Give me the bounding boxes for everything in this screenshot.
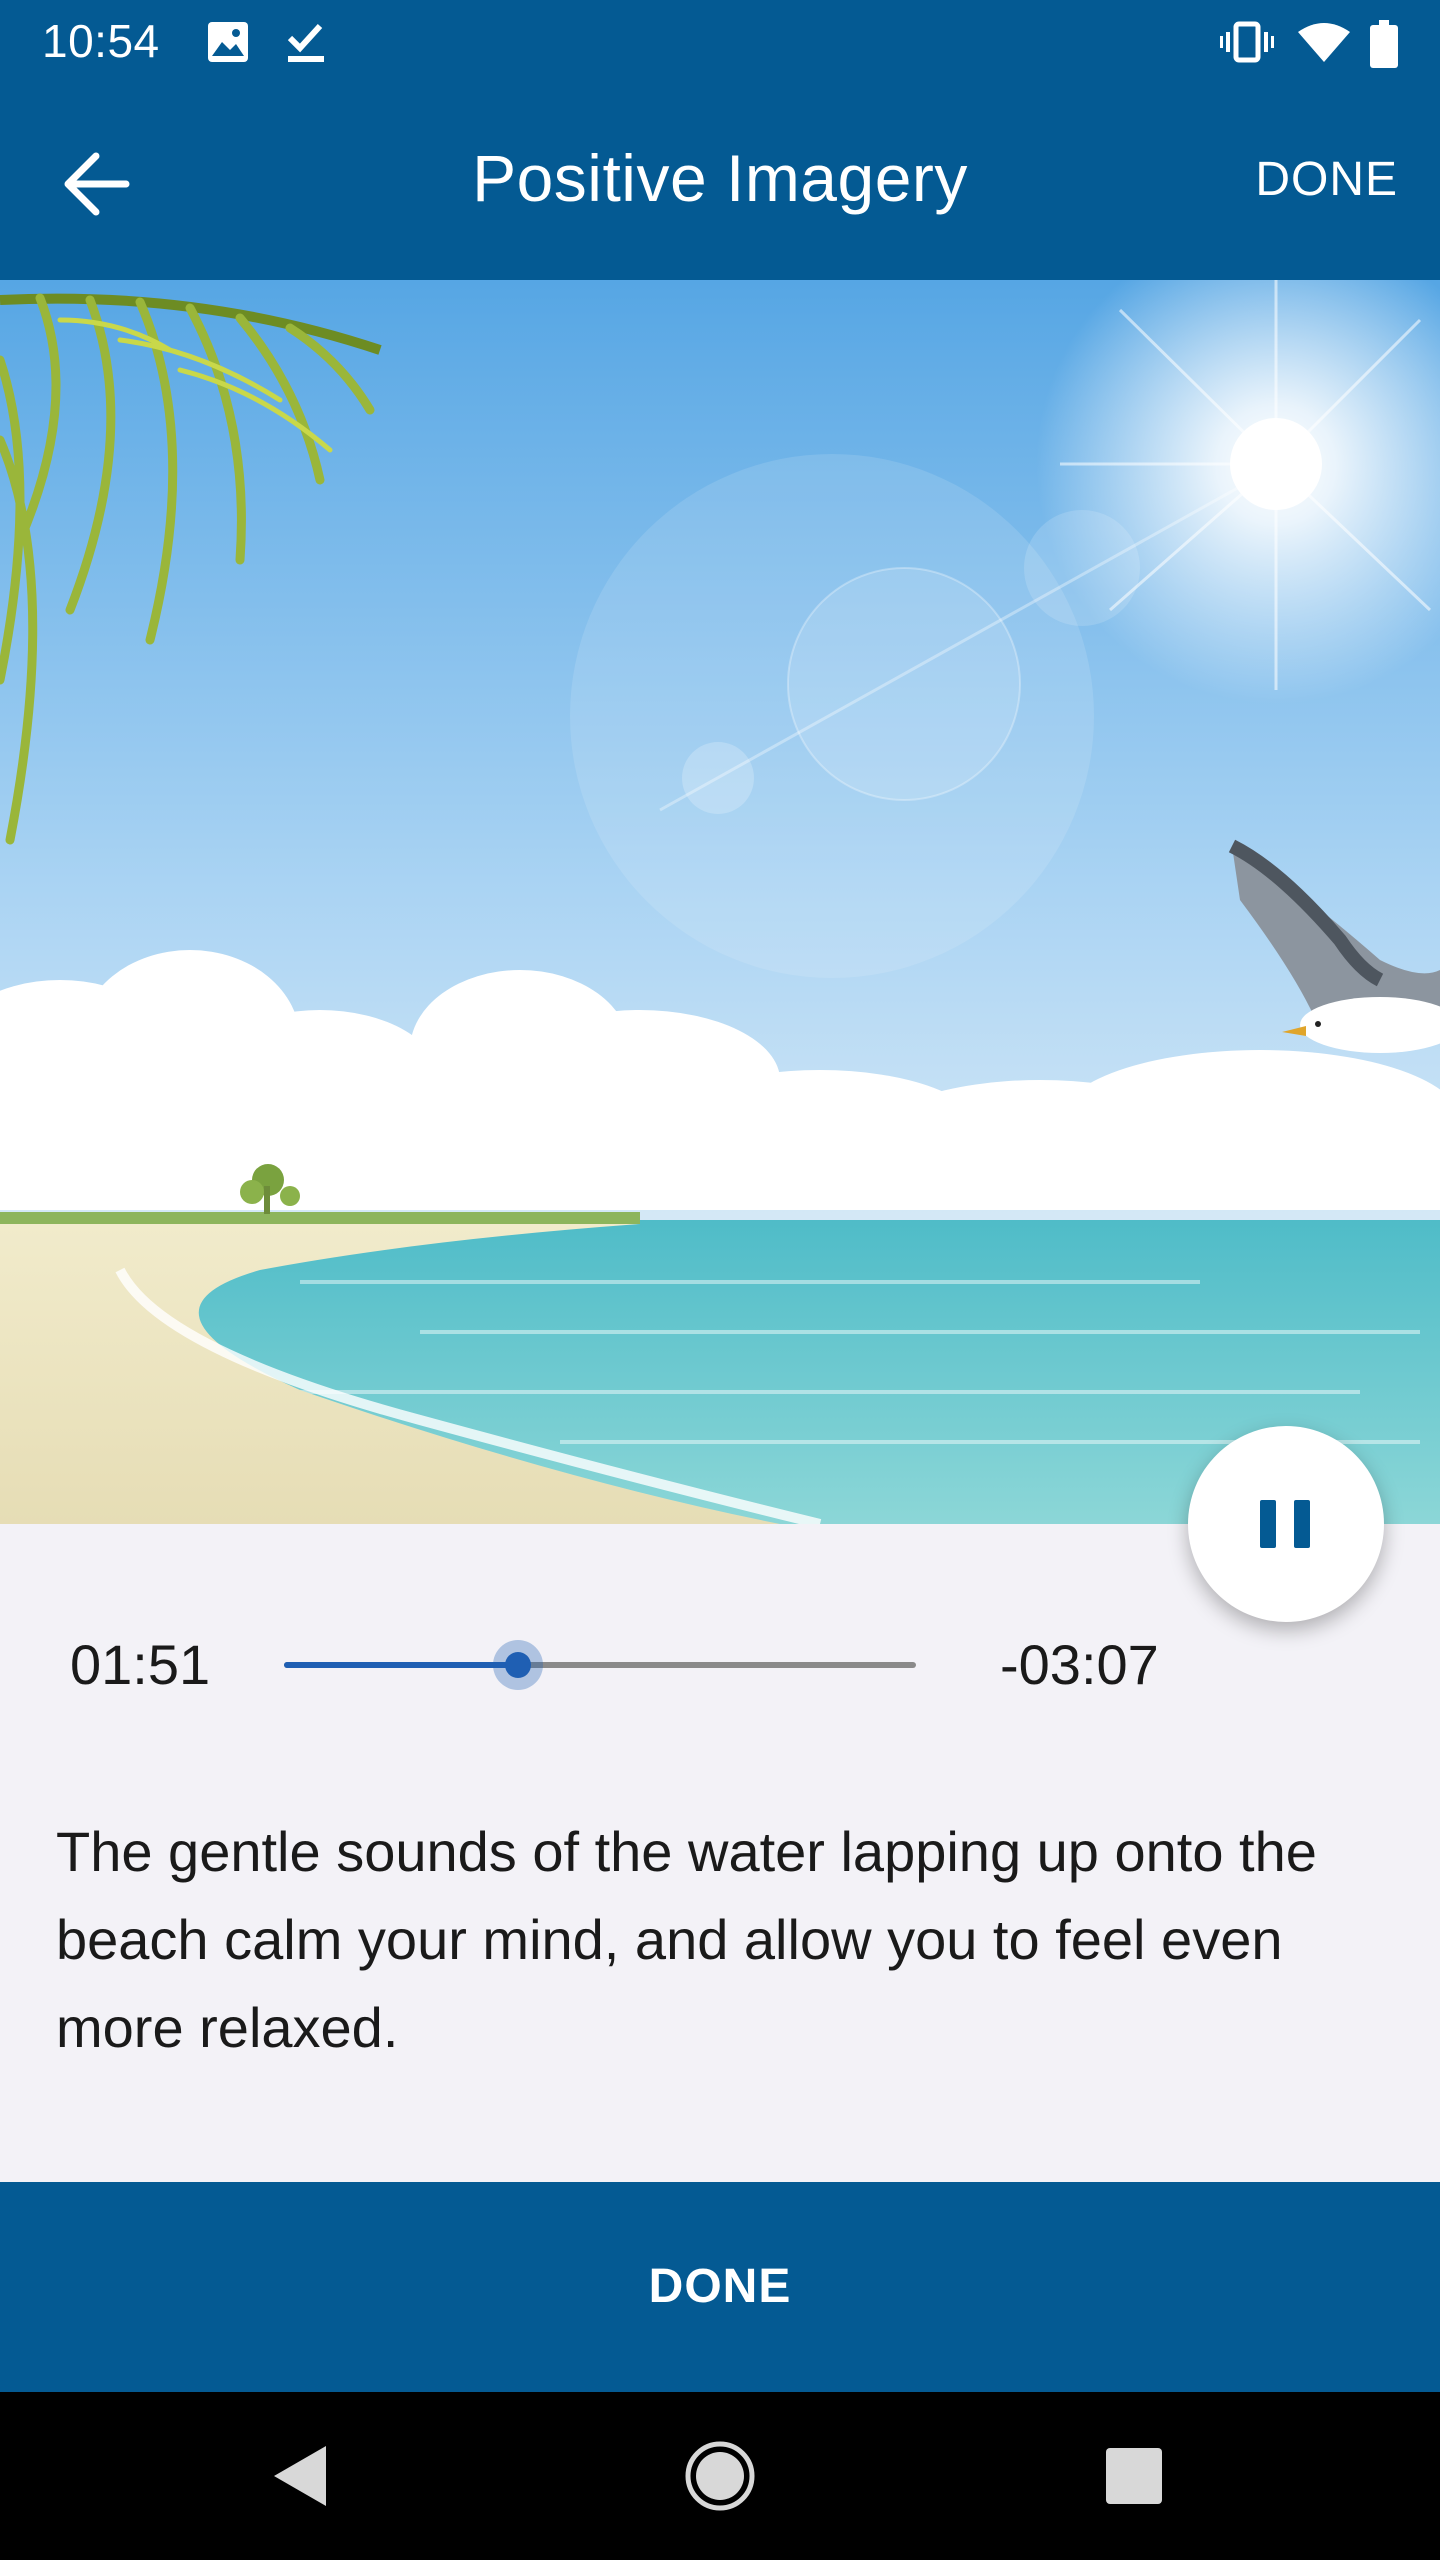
app-bar: Positive Imagery DONE <box>0 84 1440 280</box>
battery-icon <box>1370 20 1398 68</box>
beach-illustration <box>0 280 1440 1524</box>
pause-icon-bar <box>1294 1500 1310 1548</box>
status-bar: 10:54 <box>0 0 1440 84</box>
remaining-time: -03:07 <box>1000 1633 1159 1696</box>
elapsed-time: 01:51 <box>70 1633 211 1696</box>
done-top-button[interactable]: DONE <box>1255 152 1398 207</box>
pause-icon <box>1260 1500 1276 1548</box>
navigation-bar <box>0 2392 1440 2560</box>
checkmark-download-icon <box>287 23 324 62</box>
vibrate-icon <box>1220 21 1274 63</box>
recents-square-icon[interactable] <box>1094 2436 1174 2516</box>
player-controls: 01:51 -03:07 <box>0 1620 1440 1710</box>
wifi-icon <box>1298 23 1350 62</box>
progress-slider[interactable] <box>284 1640 916 1690</box>
back-triangle-icon[interactable] <box>260 2436 340 2516</box>
image-icon <box>208 22 248 62</box>
description-text: The gentle sounds of the water lapping u… <box>56 1820 1317 2059</box>
pause-button[interactable] <box>1188 1426 1384 1622</box>
status-time: 10:54 <box>42 15 160 67</box>
home-circle-icon[interactable] <box>680 2436 760 2516</box>
island <box>0 1212 640 1224</box>
slider-fill <box>284 1662 518 1668</box>
slider-thumb[interactable] <box>504 1652 531 1678</box>
done-button[interactable]: DONE <box>0 2182 1440 2392</box>
page-title: Positive Imagery <box>472 141 968 215</box>
